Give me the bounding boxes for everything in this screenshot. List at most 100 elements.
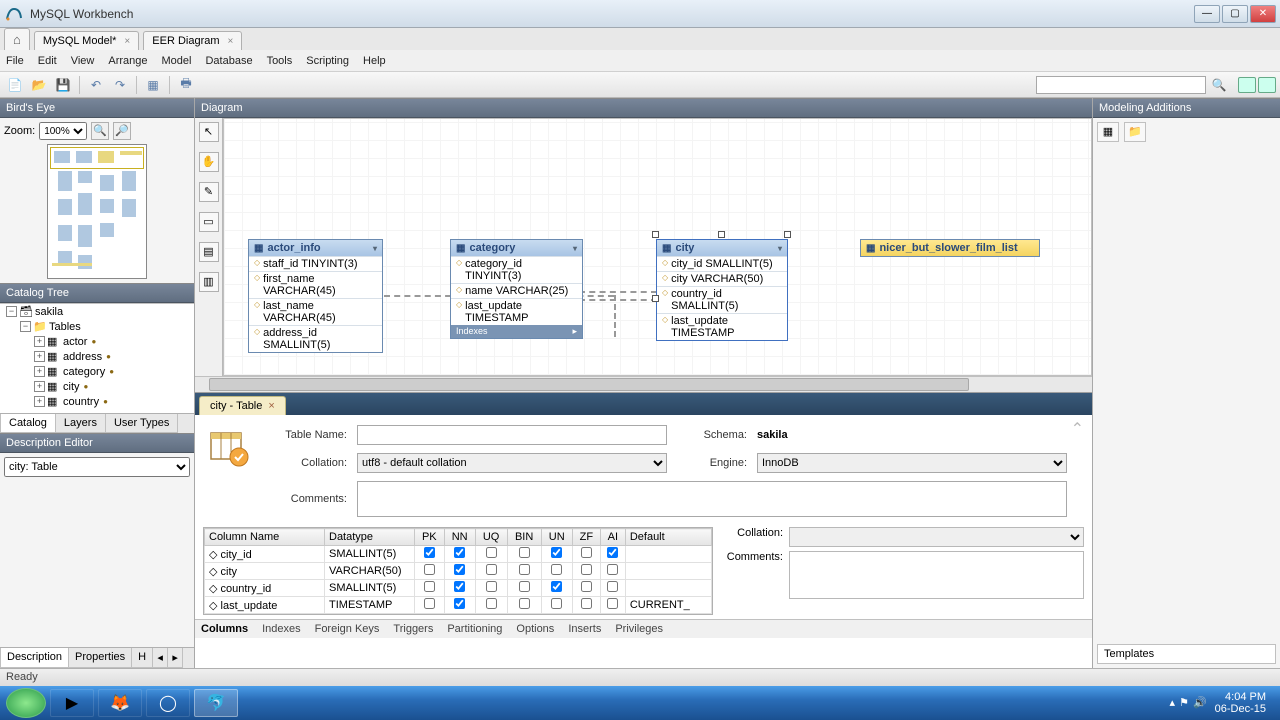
side-comments-input[interactable] bbox=[789, 551, 1084, 599]
expand-icon[interactable]: + bbox=[34, 336, 45, 347]
expand-icon[interactable]: − bbox=[6, 306, 17, 317]
collation-select[interactable]: utf8 - default collation bbox=[357, 453, 667, 473]
catalog-tree[interactable]: −🗃sakila −📁Tables +▦actor● +▦address● +▦… bbox=[0, 303, 194, 413]
note-tool[interactable]: ▤ bbox=[199, 242, 219, 262]
find-button[interactable]: 🔍 bbox=[1208, 75, 1230, 95]
templates-button[interactable]: Templates bbox=[1097, 644, 1276, 664]
editor-tab-city[interactable]: city - Table× bbox=[199, 396, 286, 415]
expand-icon[interactable]: + bbox=[34, 381, 45, 392]
tab-partitioning[interactable]: Partitioning bbox=[447, 623, 502, 635]
tab-mysql-model[interactable]: MySQL Model*× bbox=[34, 31, 139, 50]
tab-options[interactable]: Options bbox=[516, 623, 554, 635]
panel-toggle-2[interactable] bbox=[1258, 77, 1276, 93]
tab-layers[interactable]: Layers bbox=[55, 414, 106, 433]
zoom-select[interactable]: 100% bbox=[39, 122, 87, 140]
menu-scripting[interactable]: Scripting bbox=[306, 55, 349, 67]
birds-eye-view[interactable] bbox=[47, 144, 147, 279]
tab-columns[interactable]: Columns bbox=[201, 623, 248, 635]
new-file-button[interactable]: 📄 bbox=[4, 75, 26, 95]
close-icon[interactable]: × bbox=[268, 400, 274, 412]
taskbar-media-player[interactable]: ▶ bbox=[50, 689, 94, 717]
columns-grid[interactable]: Column Name Datatype PK NN UQ BIN UN ZF … bbox=[203, 527, 713, 615]
tray-network-icon[interactable]: 🔊 bbox=[1193, 697, 1207, 709]
tree-item-country[interactable]: +▦country● bbox=[0, 394, 194, 409]
tab-triggers[interactable]: Triggers bbox=[393, 623, 433, 635]
side-collation-select[interactable] bbox=[789, 527, 1084, 547]
diagram-header: Diagram bbox=[195, 98, 1092, 118]
column-row[interactable]: ◇ city_idSMALLINT(5) bbox=[205, 546, 712, 563]
expand-icon[interactable]: − bbox=[20, 321, 31, 332]
table-city[interactable]: city▾ city_id SMALLINT(5) city VARCHAR(5… bbox=[656, 239, 788, 341]
zoom-in-icon[interactable]: 🔍 bbox=[91, 122, 109, 140]
menu-arrange[interactable]: Arrange bbox=[108, 55, 147, 67]
tree-item-address[interactable]: +▦address● bbox=[0, 349, 194, 364]
tab-foreign-keys[interactable]: Foreign Keys bbox=[315, 623, 380, 635]
table-name-input[interactable] bbox=[357, 425, 667, 445]
diagram-canvas[interactable]: actor_info▾ staff_id TINYINT(3) first_na… bbox=[223, 118, 1092, 376]
column-row[interactable]: ◇ last_updateTIMESTAMPCURRENT_ bbox=[205, 597, 712, 614]
tab-eer-diagram[interactable]: EER Diagram× bbox=[143, 31, 242, 50]
close-icon[interactable]: × bbox=[228, 36, 234, 47]
menu-view[interactable]: View bbox=[71, 55, 95, 67]
save-button[interactable]: 💾 bbox=[52, 75, 74, 95]
comments-input[interactable] bbox=[357, 481, 1067, 517]
tab-catalog[interactable]: Catalog bbox=[0, 414, 56, 433]
taskbar-firefox[interactable]: 🦊 bbox=[98, 689, 142, 717]
menu-model[interactable]: Model bbox=[162, 55, 192, 67]
addition-tool-2[interactable]: 📁 bbox=[1124, 122, 1146, 142]
table-nicer[interactable]: nicer_but_slower_film_list bbox=[860, 239, 1040, 257]
pointer-tool[interactable]: ↖ bbox=[199, 122, 219, 142]
menu-help[interactable]: Help bbox=[363, 55, 386, 67]
tab-scroll-left[interactable]: ◂ bbox=[152, 648, 168, 668]
tab-description[interactable]: Description bbox=[0, 648, 69, 668]
tree-item-category[interactable]: +▦category● bbox=[0, 364, 194, 379]
maximize-button[interactable]: ▢ bbox=[1222, 5, 1248, 23]
tray-up-icon[interactable]: ▴ bbox=[1170, 697, 1176, 709]
tab-indexes[interactable]: Indexes bbox=[262, 623, 301, 635]
tab-user-types[interactable]: User Types bbox=[105, 414, 178, 433]
tab-privileges[interactable]: Privileges bbox=[615, 623, 663, 635]
panel-toggle-1[interactable] bbox=[1238, 77, 1256, 93]
hand-tool[interactable]: ✋ bbox=[199, 152, 219, 172]
table-actor-info[interactable]: actor_info▾ staff_id TINYINT(3) first_na… bbox=[248, 239, 383, 353]
tree-item-actor[interactable]: +▦actor● bbox=[0, 334, 194, 349]
eraser-tool[interactable]: ✎ bbox=[199, 182, 219, 202]
close-icon[interactable]: × bbox=[124, 36, 130, 47]
expand-icon[interactable]: + bbox=[34, 396, 45, 407]
grid-button[interactable]: ▦ bbox=[142, 75, 164, 95]
column-row[interactable]: ◇ cityVARCHAR(50) bbox=[205, 563, 712, 580]
tab-home[interactable]: ⌂ bbox=[4, 28, 30, 50]
image-tool[interactable]: ▥ bbox=[199, 272, 219, 292]
tree-item-city[interactable]: +▦city● bbox=[0, 379, 194, 394]
tab-properties[interactable]: Properties bbox=[68, 648, 132, 668]
tray-flag-icon[interactable]: ⚑ bbox=[1179, 697, 1189, 709]
print-button[interactable]: 🖶 bbox=[175, 75, 197, 95]
layer-tool[interactable]: ▭ bbox=[199, 212, 219, 232]
menu-file[interactable]: File bbox=[6, 55, 24, 67]
column-row[interactable]: ◇ country_idSMALLINT(5) bbox=[205, 580, 712, 597]
tab-history[interactable]: H bbox=[131, 648, 153, 668]
menu-database[interactable]: Database bbox=[205, 55, 252, 67]
taskbar-chrome[interactable]: ◯ bbox=[146, 689, 190, 717]
table-category[interactable]: category▾ category_id TINYINT(3) name VA… bbox=[450, 239, 583, 339]
diagram-hscroll[interactable] bbox=[195, 376, 1092, 392]
redo-button[interactable]: ↷ bbox=[109, 75, 131, 95]
open-file-button[interactable]: 📂 bbox=[28, 75, 50, 95]
search-input[interactable] bbox=[1036, 76, 1206, 94]
undo-button[interactable]: ↶ bbox=[85, 75, 107, 95]
engine-select[interactable]: InnoDB bbox=[757, 453, 1067, 473]
close-button[interactable]: ✕ bbox=[1250, 5, 1276, 23]
start-button[interactable] bbox=[6, 688, 46, 718]
menu-edit[interactable]: Edit bbox=[38, 55, 57, 67]
expand-icon[interactable]: + bbox=[34, 366, 45, 377]
addition-tool-1[interactable]: ▦ bbox=[1097, 122, 1119, 142]
zoom-out-icon[interactable]: 🔎 bbox=[113, 122, 131, 140]
tab-scroll-right[interactable]: ▸ bbox=[167, 648, 183, 668]
collapse-icon[interactable]: ⌃ bbox=[1071, 419, 1084, 439]
taskbar-workbench[interactable]: 🐬 bbox=[194, 689, 238, 717]
menu-tools[interactable]: Tools bbox=[267, 55, 293, 67]
expand-icon[interactable]: + bbox=[34, 351, 45, 362]
tab-inserts[interactable]: Inserts bbox=[568, 623, 601, 635]
minimize-button[interactable]: — bbox=[1194, 5, 1220, 23]
description-select[interactable]: city: Table bbox=[4, 457, 190, 477]
